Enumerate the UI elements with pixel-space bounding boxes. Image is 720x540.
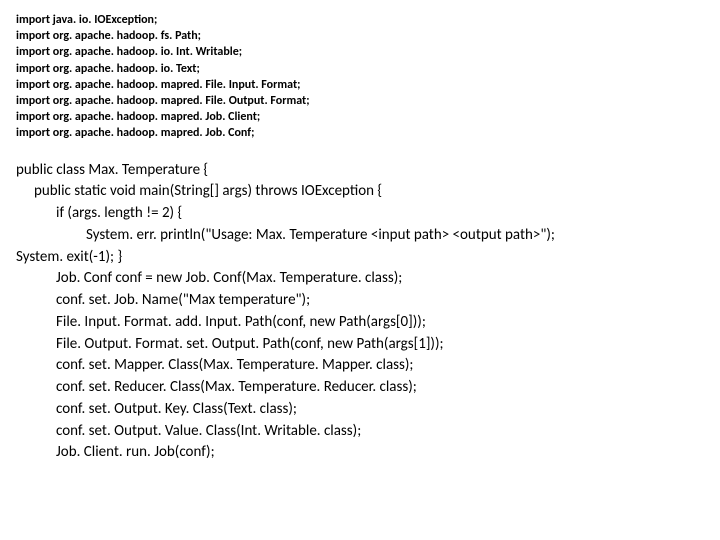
code-line: conf. set. Mapper. Class(Max. Temperatur… [16,355,704,377]
code-line: Job. Client. run. Job(conf); [16,442,704,464]
code-line: System. exit(-1); } [16,247,704,269]
code-line: File. Output. Format. set. Output. Path(… [16,334,704,356]
code-line: conf. set. Job. Name("Max temperature"); [16,290,704,312]
import-line: import org. apache. hadoop. mapred. Job.… [16,125,704,141]
import-line: import org. apache. hadoop. io. Text; [16,61,704,77]
import-block: import java. io. IOException; import org… [16,12,704,142]
code-line: conf. set. Output. Key. Class(Text. clas… [16,399,704,421]
import-line: import org. apache. hadoop. io. Int. Wri… [16,44,704,60]
code-line: public static void main(String[] args) t… [16,181,704,203]
import-line: import org. apache. hadoop. mapred. File… [16,77,704,93]
code-line: public class Max. Temperature { [16,160,704,182]
import-line: import org. apache. hadoop. fs. Path; [16,28,704,44]
import-line: import java. io. IOException; [16,12,704,28]
code-line: System. err. println("Usage: Max. Temper… [16,225,704,247]
import-line: import org. apache. hadoop. mapred. Job.… [16,109,704,125]
code-line: Job. Conf conf = new Job. Conf(Max. Temp… [16,268,704,290]
import-line: import org. apache. hadoop. mapred. File… [16,93,704,109]
code-line: conf. set. Output. Value. Class(Int. Wri… [16,421,704,443]
code-block: public class Max. Temperature { public s… [16,160,704,465]
code-line: File. Input. Format. add. Input. Path(co… [16,312,704,334]
code-line: if (args. length != 2) { [16,203,704,225]
code-line: conf. set. Reducer. Class(Max. Temperatu… [16,377,704,399]
